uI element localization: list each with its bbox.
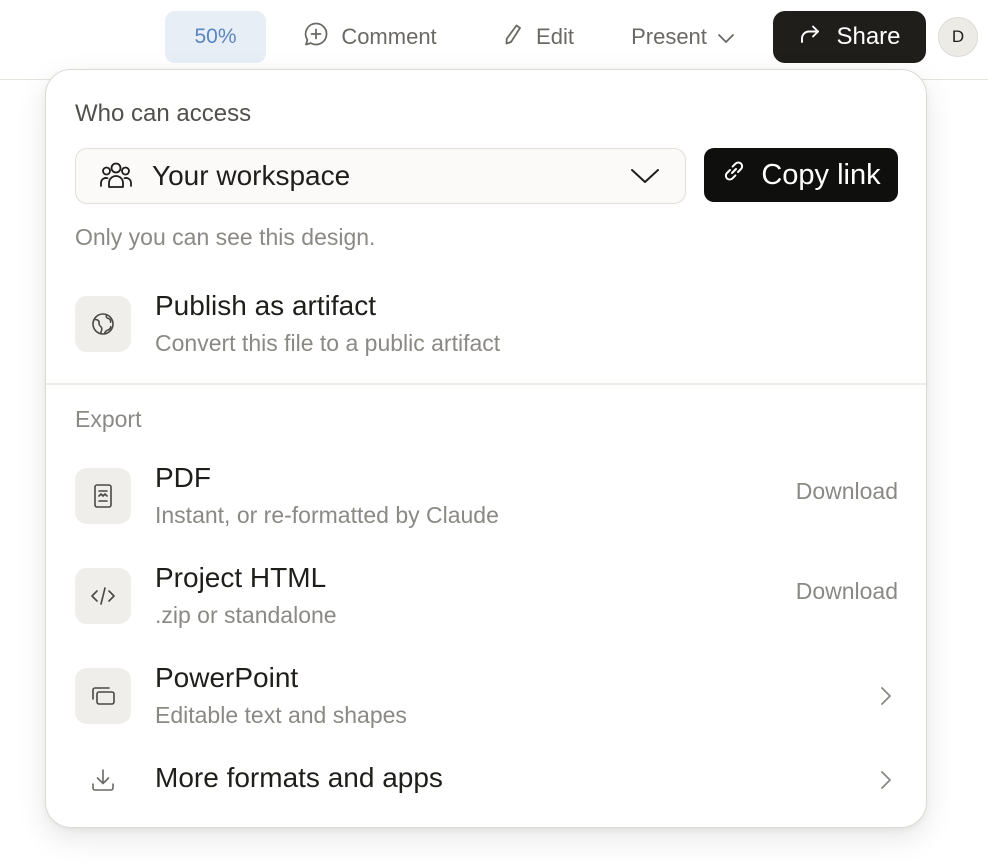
comment-icon	[303, 21, 329, 53]
chevron-down-icon	[627, 158, 663, 194]
access-level-select[interactable]: Your workspace	[75, 148, 686, 204]
more-formats-option[interactable]: More formats and apps	[75, 752, 898, 808]
publish-title: Publish as artifact	[155, 290, 376, 321]
html-download-link[interactable]: Download	[796, 578, 898, 605]
share-popover: Who can access Your workspace Copy link …	[45, 69, 927, 828]
edit-label: Edit	[536, 24, 574, 49]
document-icon	[75, 468, 131, 524]
download-icon	[75, 752, 131, 808]
export-heading: Export	[75, 406, 142, 432]
comment-label: Comment	[341, 24, 437, 49]
zoom-level-button[interactable]: 50%	[165, 11, 266, 63]
pdf-subtitle: Instant, or re-formatted by Claude	[155, 502, 499, 528]
powerpoint-subtitle: Editable text and shapes	[155, 702, 407, 728]
chevron-down-icon	[717, 24, 735, 50]
copy-link-label: Copy link	[761, 158, 881, 191]
avatar-initial: D	[951, 27, 965, 46]
edit-button[interactable]: Edit	[488, 11, 588, 63]
present-button[interactable]: Present	[618, 11, 748, 63]
globe-icon	[75, 296, 131, 352]
share-arrow-icon	[798, 22, 822, 53]
visibility-note: Only you can see this design.	[75, 224, 376, 250]
access-level-value: Your workspace	[152, 160, 351, 191]
html-subtitle: .zip or standalone	[155, 602, 337, 628]
publish-subtitle: Convert this file to a public artifact	[155, 330, 501, 356]
powerpoint-title: PowerPoint	[155, 662, 299, 693]
present-label: Present	[631, 24, 707, 49]
chevron-right-icon	[874, 676, 898, 716]
more-formats-title: More formats and apps	[155, 762, 443, 793]
user-avatar[interactable]: D	[938, 17, 978, 57]
zoom-level-label: 50%	[194, 25, 237, 48]
code-icon	[75, 568, 131, 624]
export-html-option[interactable]: Project HTML .zip or standalone Download	[75, 562, 898, 630]
export-pdf-option[interactable]: PDF Instant, or re-formatted by Claude D…	[75, 462, 898, 530]
users-icon	[98, 158, 134, 194]
section-divider	[46, 383, 926, 385]
pdf-title: PDF	[155, 462, 211, 493]
slides-icon	[75, 668, 131, 724]
link-icon	[721, 158, 747, 192]
copy-link-button[interactable]: Copy link	[704, 148, 898, 202]
share-button[interactable]: Share	[773, 11, 926, 63]
who-can-access-heading: Who can access	[75, 100, 252, 127]
top-toolbar: 50% Comment Edit Present Share D	[0, 0, 988, 80]
chevron-right-icon	[874, 760, 898, 800]
pdf-download-link[interactable]: Download	[796, 478, 898, 505]
comment-button[interactable]: Comment	[286, 11, 454, 63]
publish-artifact-option[interactable]: Publish as artifact Convert this file to…	[75, 290, 898, 358]
html-title: Project HTML	[155, 562, 327, 593]
pencil-icon	[502, 22, 524, 52]
share-label: Share	[836, 23, 901, 50]
export-powerpoint-option[interactable]: PowerPoint Editable text and shapes	[75, 662, 898, 730]
